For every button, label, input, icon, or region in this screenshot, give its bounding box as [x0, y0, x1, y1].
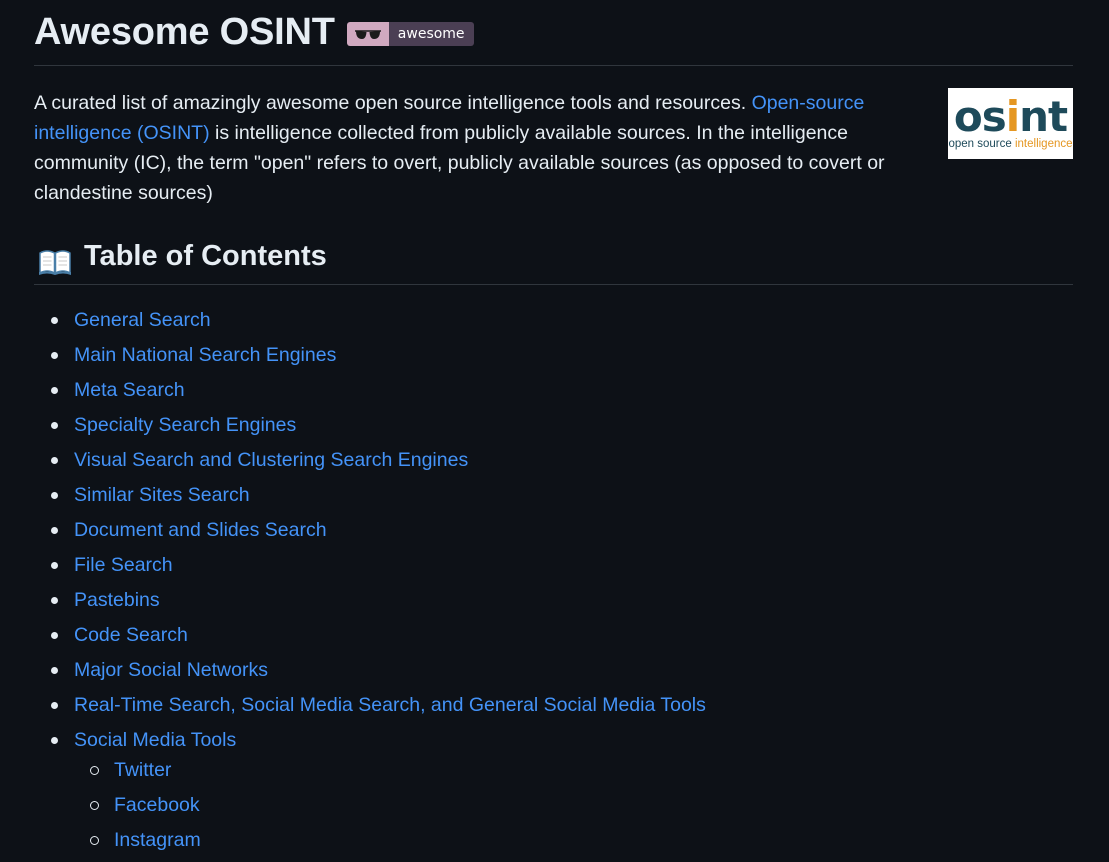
intro-paragraph: A curated list of amazingly awesome open… [34, 88, 924, 208]
sub-list-item: Instagram [34, 823, 706, 858]
title-row: Awesome OSINT awesome [34, 0, 1073, 66]
toc-link[interactable]: Pastebins [74, 589, 160, 611]
logo-wordmark: osint [954, 95, 1068, 137]
page-title: Awesome OSINT [34, 11, 335, 53]
toc-title: Table of Contents [84, 240, 327, 272]
sub-list-item: Twitter [34, 753, 706, 788]
toc-sub-link[interactable]: Facebook [114, 794, 200, 816]
toc-link[interactable]: Main National Search Engines [74, 344, 336, 366]
toc-link[interactable]: Code Search [74, 624, 188, 646]
list-item: Similar Sites Search [34, 478, 706, 513]
list-item: Major Social Networks [34, 653, 706, 688]
toc-link[interactable]: Meta Search [74, 379, 185, 401]
open-book-icon [39, 250, 71, 275]
toc-heading: Table of Contents [34, 236, 1073, 285]
list-item: General Search [34, 303, 706, 338]
logo-subtitle: open source intelligence [948, 138, 1072, 150]
list-item: Real-Time Search, Social Media Search, a… [34, 688, 706, 723]
logo-word-pre: os [953, 91, 1007, 141]
logo-word-i: i [1005, 91, 1020, 141]
readme-content: Awesome OSINT awesome A curated list of … [34, 0, 1073, 851]
list-item: Pastebins [34, 583, 706, 618]
toc-list: General Search Main National Search Engi… [34, 303, 706, 858]
list-item: File Search [34, 548, 706, 583]
sunglasses-icon [346, 21, 389, 46]
toc-link[interactable]: Visual Search and Clustering Search Engi… [74, 449, 468, 471]
toc-sub-link[interactable]: Twitter [114, 759, 171, 781]
list-item: Visual Search and Clustering Search Engi… [34, 443, 706, 478]
logo-sub-pre: open source [948, 137, 1015, 150]
list-item: Main National Search Engines [34, 338, 706, 373]
toc-link[interactable]: Major Social Networks [74, 659, 268, 681]
list-item: Specialty Search Engines [34, 408, 706, 443]
toc-link[interactable]: Specialty Search Engines [74, 414, 296, 436]
toc-link[interactable]: General Search [74, 309, 211, 331]
awesome-badge[interactable]: awesome [346, 21, 474, 46]
intro-text-before: A curated list of amazingly awesome open… [34, 92, 752, 114]
sub-list-item: Facebook [34, 788, 706, 823]
badge-label: awesome [388, 21, 474, 46]
list-item: Document and Slides Search [34, 513, 706, 548]
toc-link[interactable]: Document and Slides Search [74, 519, 327, 541]
logo-sub-intel: intelligence [1014, 137, 1073, 150]
logo-word-post: nt [1019, 91, 1068, 141]
toc-link[interactable]: File Search [74, 554, 173, 576]
toc-sub-link[interactable]: Instagram [114, 829, 201, 851]
list-item: Meta Search [34, 373, 706, 408]
toc-link[interactable]: Social Media Tools [74, 729, 236, 751]
toc-link[interactable]: Similar Sites Search [74, 484, 250, 506]
osint-logo: osint open source intelligence [948, 88, 1073, 159]
toc-link[interactable]: Real-Time Search, Social Media Search, a… [74, 694, 706, 716]
list-item: Code Search [34, 618, 706, 653]
